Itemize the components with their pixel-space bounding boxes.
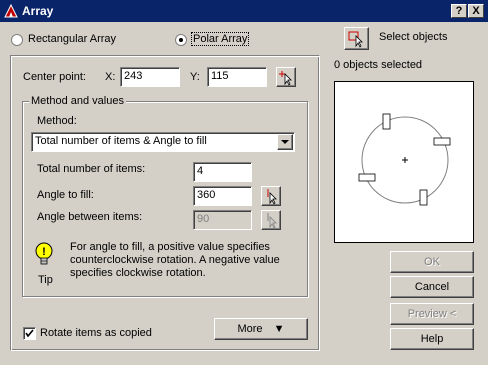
checkmark-icon [25,329,34,338]
autocad-app-icon [4,3,18,18]
select-objects-button[interactable] [344,27,369,50]
ok-button[interactable]: OK [390,251,474,273]
help-title-button[interactable]: ? [451,4,467,18]
cancel-button[interactable]: Cancel [390,276,474,298]
center-x-label: X: [105,71,116,83]
center-point-label: Center point: [23,71,86,83]
preview-button[interactable]: Preview < [390,303,474,325]
angle-fill-input[interactable]: 360 [193,186,252,206]
array-preview-box [334,81,474,243]
pick-angle-fill-button[interactable] [261,186,281,206]
tip-line: specifies clockwise rotation. [70,267,206,279]
select-objects-label: Select objects [379,31,448,43]
more-button[interactable]: More ▼ [214,318,308,340]
title-bar[interactable] [0,0,488,22]
method-dropdown-value: Total number of items & Angle to fill [35,135,207,147]
chevron-down-icon [281,140,289,144]
pick-point-icon [279,71,292,86]
svg-text:!: ! [42,246,46,258]
rectangular-array-radio[interactable] [11,34,23,46]
close-title-button[interactable]: X [468,4,484,18]
pick-angle-icon [267,189,277,205]
window-title: Array [22,4,54,18]
polar-array-label[interactable]: Polar Array [190,32,250,46]
select-objects-icon [348,31,363,48]
angle-between-label: Angle between items: [37,211,143,223]
objects-selected-count: 0 objects selected [334,59,423,71]
double-chevron-down-icon: ▼ [273,323,285,335]
tip-line: For angle to fill, a positive value spec… [70,241,270,253]
center-x-input[interactable]: 243 [120,67,180,87]
radio-selected-dot [179,38,183,42]
angle-fill-label: Angle to fill: [37,189,94,201]
help-button[interactable]: Help [390,328,474,350]
rotate-items-checkbox[interactable] [23,327,36,340]
total-items-input[interactable]: 4 [193,162,252,182]
angle-between-input[interactable]: 90 [193,210,252,230]
polar-array-preview-graphic [358,113,451,206]
polar-array-radio[interactable] [175,34,187,46]
method-label: Method: [37,115,77,127]
pick-angle-between-button[interactable] [261,210,281,230]
tip-line: counterclockwise rotation. A negative va… [70,254,280,266]
rotate-items-label[interactable]: Rotate items as copied [40,327,152,339]
pick-center-point-button[interactable] [276,67,296,87]
total-items-label: Total number of items: [37,163,146,175]
method-values-group-title: Method and values [29,95,126,107]
tip-label: Tip [38,274,53,286]
center-y-label: Y: [190,71,200,83]
lightbulb-tip-icon: ! [35,242,53,265]
rectangular-array-label[interactable]: Rectangular Array [28,33,116,45]
center-y-input[interactable]: 115 [207,67,267,87]
pick-angle-disabled-icon [267,213,277,229]
more-button-label: More [237,323,263,335]
method-dropdown-arrow-button[interactable] [277,134,293,150]
method-dropdown[interactable]: Total number of items & Angle to fill [31,132,295,152]
tip-text: For angle to fill, a positive value spec… [70,241,300,280]
